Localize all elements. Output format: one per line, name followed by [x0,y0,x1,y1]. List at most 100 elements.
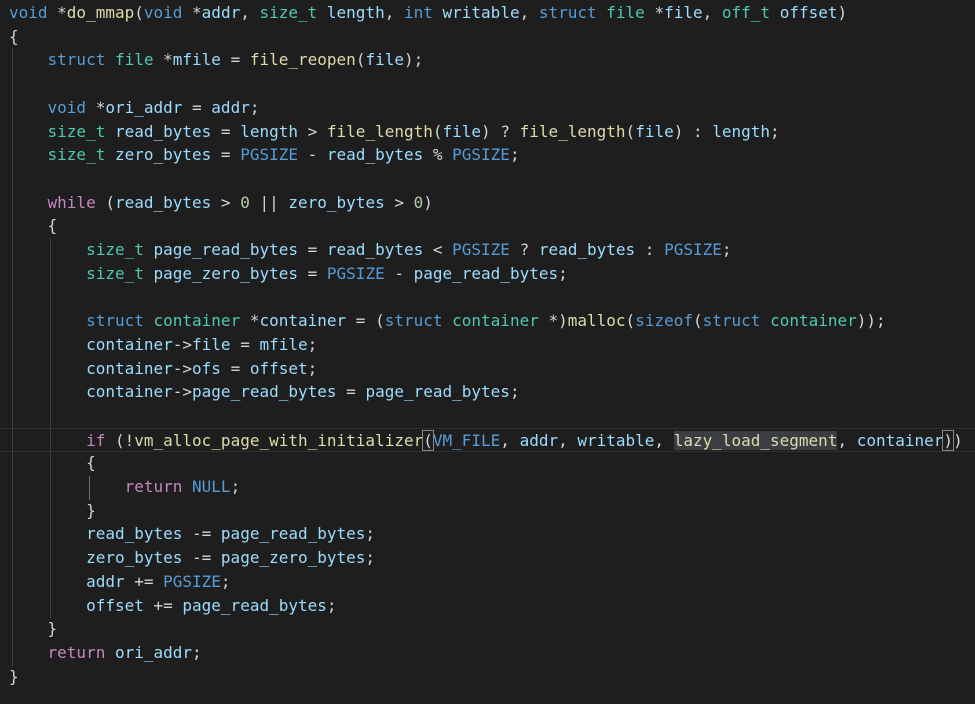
code-token: ; [230,477,241,496]
code-line[interactable]: return NULL; [0,475,975,499]
code-token: read_bytes [326,145,424,165]
code-token: offset [86,595,144,615]
code-token: return [47,642,106,662]
code-line[interactable]: addr += PGSIZE; [0,570,975,594]
code-line[interactable]: struct container *container = (struct co… [0,309,975,333]
code-token: - [384,263,414,283]
code-line[interactable]: zero_bytes -= page_zero_bytes; [0,546,975,570]
code-line[interactable]: read_bytes -= page_read_bytes; [0,522,975,546]
code-token: - [298,145,327,165]
code-token: = [230,334,260,354]
code-token: -= [182,548,221,568]
code-token: , [240,3,260,22]
code-token: += [143,595,183,615]
code-token: page_read_bytes [365,382,510,402]
code-token: int [403,3,433,22]
code-token: > [211,192,241,212]
code-token: struct [47,50,106,70]
code-token: ( [134,3,144,22]
code-token: page_read_bytes [153,240,299,259]
code-token: size_t [86,240,144,259]
code-token: PGSIZE [664,240,722,259]
code-token: file_length [326,121,433,141]
code-token: ; [326,595,337,615]
code-token: if [86,430,106,450]
code-token: ? [509,240,539,259]
code-token: ; [307,358,318,378]
code-line[interactable]: struct file *mfile = file_reopen(file); [0,48,975,72]
code-token: read_bytes [114,121,212,141]
code-editor[interactable]: void *do_mmap(void *addr, size_t length,… [0,0,975,704]
code-token: container [86,358,173,378]
code-token: ; [249,97,260,117]
code-line[interactable]: container->file = mfile; [0,333,975,357]
code-token: ) [423,192,433,212]
code-token: page_read_bytes [192,382,337,402]
code-token: void [47,97,87,117]
code-token: ( [355,50,366,70]
code-token: += [124,571,164,591]
code-line[interactable] [0,72,975,96]
code-token: PGSIZE [452,240,510,259]
code-line[interactable]: container->page_read_bytes = page_read_b… [0,380,975,404]
code-line[interactable]: size_t read_bytes = length > file_length… [0,120,975,144]
code-line[interactable]: size_t zero_bytes = PGSIZE - read_bytes … [0,143,975,167]
code-token: 0 [413,192,424,212]
code-token: ) [837,3,848,22]
code-line[interactable]: { [0,451,975,475]
code-line[interactable]: { [0,25,975,49]
code-line[interactable]: } [0,499,975,523]
code-token: length [240,121,298,141]
code-token: mfile [172,50,221,70]
code-token: size_t [86,263,144,283]
code-token: zero_bytes [288,192,385,212]
code-token: writable [577,430,655,450]
code-line[interactable] [0,285,975,309]
code-token: = [298,240,327,259]
code-token: || [249,192,289,212]
code-token: * [644,3,665,22]
code-line[interactable]: offset += page_read_bytes; [0,594,975,618]
code-line[interactable]: { [0,214,975,238]
code-token: container [153,311,241,331]
code-line[interactable]: size_t page_read_bytes = read_bytes < PG… [0,238,975,262]
code-line[interactable] [0,404,975,428]
code-token: ); [403,50,424,70]
code-line[interactable]: while (read_bytes > 0 || zero_bytes > 0) [0,191,975,215]
code-token: do_mmap [66,3,135,22]
code-token: , [654,430,674,450]
code-line[interactable]: size_t page_zero_bytes = PGSIZE - page_r… [0,262,975,286]
code-token: ( [432,121,443,141]
code-line[interactable]: } [0,617,975,641]
code-line[interactable]: if (!vm_alloc_page_with_initializer(VM_F… [0,427,975,452]
code-line[interactable]: void *do_mmap(void *addr, size_t length,… [0,1,975,25]
code-line[interactable]: return ori_addr; [0,641,975,665]
code-token: ( [692,311,703,331]
code-token: zero_bytes [114,145,212,165]
code-token: } [9,500,96,520]
code-token: -= [182,524,221,544]
code-line[interactable]: void *ori_addr = addr; [0,96,975,120]
code-line[interactable]: container->ofs = offset; [0,357,975,381]
code-token: > [298,121,327,141]
code-token: -> [172,334,193,354]
code-token: PGSIZE [452,145,510,165]
code-line[interactable] [0,167,975,191]
code-line[interactable]: } [0,665,975,689]
code-token: container [86,382,173,402]
